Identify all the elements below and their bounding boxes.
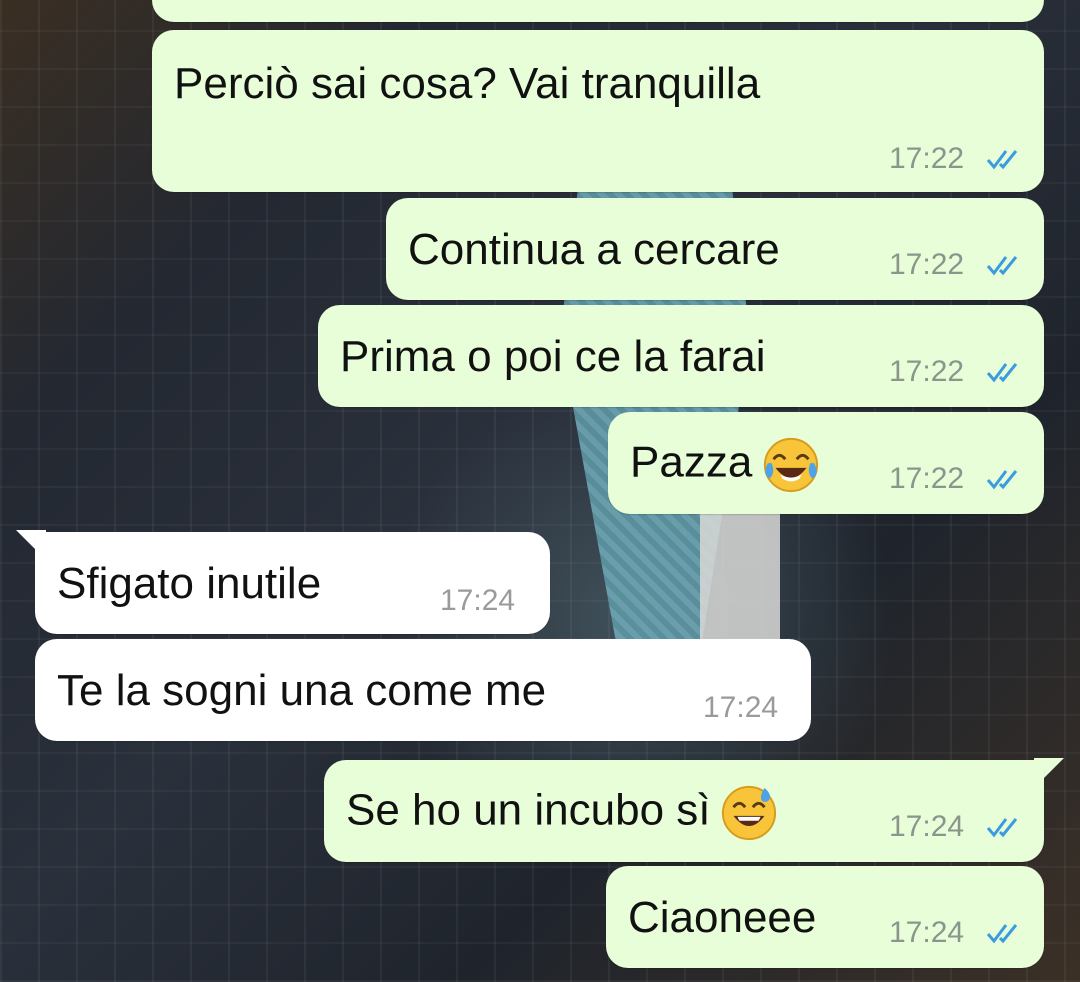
- read-receipt-icon: [986, 818, 1018, 838]
- message-text: Pazza: [630, 436, 820, 494]
- message-bubble-incoming[interactable]: Sfigato inutile 17:24: [35, 532, 550, 634]
- message-text: Se ho un incubo sì: [346, 784, 778, 842]
- chat-background: Perciò sai cosa? Vai tranquilla 17:22 Co…: [0, 0, 1080, 982]
- message-text: Perciò sai cosa? Vai tranquilla: [174, 59, 761, 108]
- read-receipt-icon: [986, 470, 1018, 490]
- message-text: Prima o poi ce la farai: [340, 332, 766, 381]
- message-time: 17:22: [889, 248, 965, 281]
- message-bubble-outgoing[interactable]: Continua a cercare 17:22: [386, 198, 1044, 300]
- message-time: 17:22: [889, 142, 965, 175]
- message-time: 17:24: [703, 691, 779, 724]
- message-text: Te la sogni una come me: [57, 666, 547, 715]
- message-text: Sfigato inutile: [57, 559, 322, 608]
- message-bubble-incoming[interactable]: Te la sogni una come me 17:24: [35, 639, 811, 741]
- message-bubble-outgoing[interactable]: Perciò sai cosa? Vai tranquilla 17:22: [152, 30, 1044, 192]
- message-time: 17:24: [440, 584, 516, 617]
- message-bubble-outgoing[interactable]: Prima o poi ce la farai 17:22: [318, 305, 1044, 407]
- message-bubble-outgoing[interactable]: Se ho un incubo sì 17:24: [324, 760, 1044, 862]
- grinning-face-with-sweat-icon: [722, 785, 777, 841]
- read-receipt-icon: [986, 150, 1018, 170]
- face-with-tears-of-joy-icon: [764, 437, 819, 493]
- message-time: 17:24: [889, 916, 965, 949]
- message-time: 17:22: [889, 462, 965, 495]
- message-text-content: Se ho un incubo sì: [346, 785, 711, 835]
- read-receipt-icon: [986, 256, 1018, 276]
- read-receipt-icon: [986, 924, 1018, 944]
- message-text-content: Pazza: [630, 437, 753, 487]
- read-receipt-icon: [986, 363, 1018, 383]
- message-text: Ciaoneee: [628, 893, 817, 942]
- message-text: Continua a cercare: [408, 225, 780, 274]
- message-time: 17:22: [889, 355, 965, 388]
- message-bubble-outgoing[interactable]: Pazza 17:22: [608, 412, 1044, 514]
- message-bubble-outgoing[interactable]: Ciaoneee 17:24: [606, 866, 1044, 968]
- message-time: 17:24: [889, 810, 965, 843]
- partial-message-bubble[interactable]: [152, 0, 1044, 22]
